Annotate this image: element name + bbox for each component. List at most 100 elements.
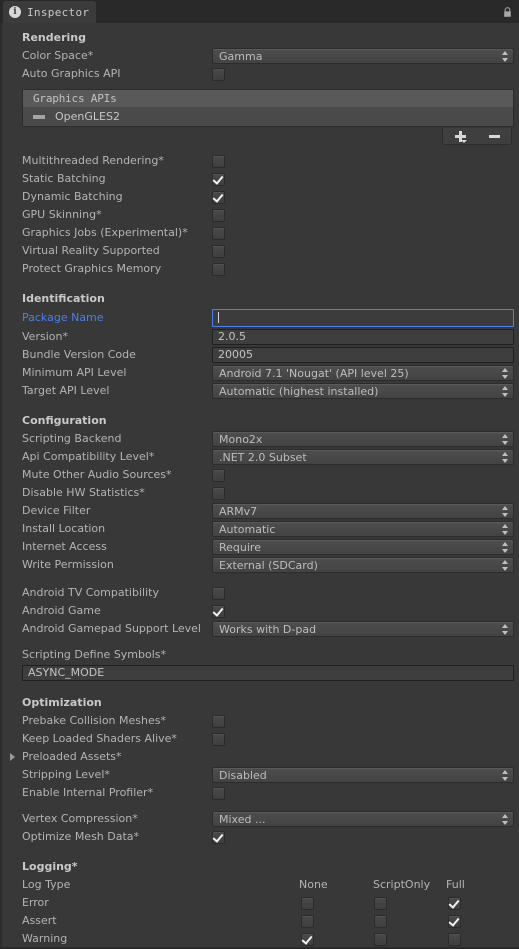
field-label: Write Permission (22, 558, 114, 571)
field-preloaded-assets[interactable]: Preloaded Assets* (2, 748, 519, 766)
bundle-version-code-input[interactable]: 20005 (212, 347, 514, 363)
target-api-level-dropdown[interactable]: Automatic (highest installed) (212, 383, 514, 399)
android-game-checkbox[interactable] (212, 605, 225, 618)
keep-loaded-shaders-alive-checkbox[interactable] (212, 733, 225, 746)
field-version[interactable]: Version* 2.0.5 (2, 328, 519, 346)
field-prebake-collision-meshes[interactable]: Prebake Collision Meshes* (2, 712, 519, 730)
auto-graphics-api-checkbox[interactable] (212, 68, 225, 81)
field-enable-internal-profiler[interactable]: Enable Internal Profiler* (2, 784, 519, 802)
write-permission-dropdown[interactable]: External (SDCard) (212, 557, 514, 573)
version-input[interactable]: 2.0.5 (212, 329, 514, 345)
scripting-backend-dropdown[interactable]: Mono2x (212, 431, 514, 447)
section-title: Configuration (22, 414, 107, 427)
multithreaded-rendering-checkbox[interactable] (212, 155, 225, 168)
field-package-name[interactable]: Package Name (2, 308, 519, 328)
field-scripting-define-symbols[interactable]: ASYNC_MODE (2, 664, 519, 682)
stripping-level-dropdown[interactable]: Disabled (212, 767, 514, 783)
error-scriptonly-checkbox[interactable] (374, 897, 387, 910)
tab-inspector[interactable]: i Inspector (3, 1, 96, 23)
field-label: Protect Graphics Memory (22, 262, 162, 275)
inspector-content[interactable]: Rendering Color Space* Gamma Auto Graphi… (0, 23, 519, 949)
color-space-dropdown[interactable]: Gamma (212, 48, 514, 64)
field-minimum-api-level[interactable]: Minimum API Level Android 7.1 'Nougat' (… (2, 364, 519, 382)
gpu-skinning-checkbox[interactable] (212, 209, 225, 222)
field-dynamic-batching[interactable]: Dynamic Batching (2, 188, 519, 206)
field-label: Preloaded Assets* (22, 750, 122, 763)
field-static-batching[interactable]: Static Batching (2, 170, 519, 188)
enable-internal-profiler-checkbox[interactable] (212, 787, 225, 800)
field-optimize-mesh-data[interactable]: Optimize Mesh Data* (2, 828, 519, 846)
field-vertex-compression[interactable]: Vertex Compression* Mixed ... (2, 810, 519, 828)
mute-other-audio-sources-checkbox[interactable] (212, 469, 225, 482)
table-row[interactable]: Warning (2, 930, 519, 948)
field-bundle-version-code[interactable]: Bundle Version Code 20005 (2, 346, 519, 364)
chevron-right-icon[interactable] (10, 753, 15, 761)
field-android-tv-compatibility[interactable]: Android TV Compatibility (2, 584, 519, 602)
table-row[interactable]: Assert (2, 912, 519, 930)
assert-full-checkbox[interactable] (448, 915, 461, 928)
field-protect-graphics-memory[interactable]: Protect Graphics Memory (2, 260, 519, 278)
table-row[interactable]: Error (2, 894, 519, 912)
field-virtual-reality-supported[interactable]: Virtual Reality Supported (2, 242, 519, 260)
field-graphics-jobs[interactable]: Graphics Jobs (Experimental)* (2, 224, 519, 242)
warning-none-checkbox[interactable] (301, 933, 314, 946)
error-full-checkbox[interactable] (448, 897, 461, 910)
dynamic-batching-checkbox[interactable] (212, 191, 225, 204)
android-gamepad-support-level-dropdown[interactable]: Works with D-pad (212, 621, 514, 637)
field-target-api-level[interactable]: Target API Level Automatic (highest inst… (2, 382, 519, 400)
add-graphics-api-button[interactable] (443, 128, 477, 144)
graphics-apis-list[interactable]: Graphics APIs OpenGLES2 (2, 89, 519, 128)
section-title: Logging* (22, 860, 78, 873)
virtual-reality-supported-checkbox[interactable] (212, 245, 225, 258)
android-tv-compatibility-checkbox[interactable] (212, 587, 225, 600)
minimum-api-level-dropdown[interactable]: Android 7.1 'Nougat' (API level 25) (212, 365, 514, 381)
static-batching-checkbox[interactable] (212, 173, 225, 186)
graphics-jobs-checkbox[interactable] (212, 227, 225, 240)
disable-hw-statistics-checkbox[interactable] (212, 487, 225, 500)
field-auto-graphics-api[interactable]: Auto Graphics API (2, 65, 519, 83)
field-mute-other-audio-sources[interactable]: Mute Other Audio Sources* (2, 466, 519, 484)
field-internet-access[interactable]: Internet Access Require (2, 538, 519, 556)
remove-graphics-api-button[interactable] (477, 128, 511, 144)
log-type-label: Log Type (22, 878, 71, 891)
graphics-apis-toolbar[interactable] (2, 128, 519, 146)
field-stripping-level[interactable]: Stripping Level* Disabled (2, 766, 519, 784)
field-keep-loaded-shaders-alive[interactable]: Keep Loaded Shaders Alive* (2, 730, 519, 748)
field-android-game[interactable]: Android Game (2, 602, 519, 620)
package-name-input[interactable] (212, 309, 514, 327)
assert-none-checkbox[interactable] (301, 915, 314, 928)
vertex-compression-dropdown[interactable]: Mixed ... (212, 811, 514, 827)
scripting-define-symbols-input[interactable]: ASYNC_MODE (22, 665, 514, 681)
device-filter-dropdown[interactable]: ARMv7 (212, 503, 514, 519)
field-device-filter[interactable]: Device Filter ARMv7 (2, 502, 519, 520)
protect-graphics-memory-checkbox[interactable] (212, 263, 225, 276)
info-icon: i (9, 6, 21, 18)
chevron-updown-icon (502, 560, 509, 571)
field-write-permission[interactable]: Write Permission External (SDCard) (2, 556, 519, 574)
lock-icon[interactable] (502, 7, 513, 18)
optimize-mesh-data-checkbox[interactable] (212, 831, 225, 844)
list-item[interactable]: OpenGLES2 (23, 107, 513, 126)
warning-scriptonly-checkbox[interactable] (374, 933, 387, 946)
field-gpu-skinning[interactable]: GPU Skinning* (2, 206, 519, 224)
api-compatibility-level-dropdown[interactable]: .NET 2.0 Subset (212, 449, 514, 465)
field-label: Keep Loaded Shaders Alive* (22, 732, 177, 745)
field-api-compatibility-level[interactable]: Api Compatibility Level* .NET 2.0 Subset (2, 448, 519, 466)
section-title: Rendering (22, 31, 86, 44)
field-android-gamepad-support-level[interactable]: Android Gamepad Support Level Works with… (2, 620, 519, 638)
warning-full-checkbox[interactable] (448, 933, 461, 946)
log-row-label: Warning (22, 932, 68, 945)
field-color-space[interactable]: Color Space* Gamma (2, 47, 519, 65)
text-caret (218, 312, 219, 323)
assert-scriptonly-checkbox[interactable] (374, 915, 387, 928)
field-multithreaded-rendering[interactable]: Multithreaded Rendering* (2, 152, 519, 170)
field-install-location[interactable]: Install Location Automatic (2, 520, 519, 538)
install-location-dropdown[interactable]: Automatic (212, 521, 514, 537)
chevron-updown-icon (502, 814, 509, 825)
prebake-collision-meshes-checkbox[interactable] (212, 715, 225, 728)
internet-access-dropdown[interactable]: Require (212, 539, 514, 555)
field-disable-hw-statistics[interactable]: Disable HW Statistics* (2, 484, 519, 502)
error-none-checkbox[interactable] (301, 897, 314, 910)
field-scripting-backend[interactable]: Scripting Backend Mono2x (2, 430, 519, 448)
drag-handle-icon[interactable] (33, 115, 45, 119)
